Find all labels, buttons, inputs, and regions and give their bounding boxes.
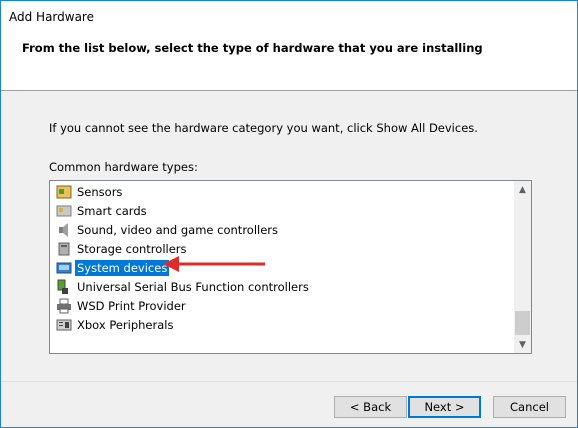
- back-button[interactable]: < Back: [334, 396, 407, 418]
- usb-icon: [56, 279, 72, 295]
- list-item-label: Universal Serial Bus Function controller…: [77, 279, 309, 294]
- list-item-label: Smart cards: [77, 203, 147, 218]
- list-item-label: Xbox Peripherals: [77, 317, 174, 332]
- scroll-thumb[interactable]: [515, 311, 530, 335]
- speaker-icon: [56, 222, 72, 238]
- footer-divider: [1, 381, 577, 382]
- storage-controller-icon: [56, 241, 72, 257]
- wizard-header: From the list below, select the type of …: [1, 32, 577, 91]
- system-devices-icon: [56, 260, 72, 276]
- list-item-xbox[interactable]: Xbox Peripherals: [56, 315, 175, 334]
- list-item-smart-cards[interactable]: Smart cards: [56, 201, 149, 220]
- header-instruction: From the list below, select the type of …: [22, 41, 483, 55]
- scroll-up-icon[interactable]: ▲: [514, 181, 531, 198]
- hardware-types-list[interactable]: Sensors Smart cards Sound, video and gam…: [49, 180, 532, 354]
- title-bar[interactable]: Add Hardware: [1, 1, 577, 32]
- gamepad-icon: [56, 317, 72, 333]
- printer-icon: [56, 298, 72, 314]
- annotation-arrow-icon: [163, 256, 265, 272]
- list-item-label: Sensors: [77, 184, 123, 199]
- next-button[interactable]: Next >: [408, 396, 481, 418]
- cancel-button[interactable]: Cancel: [493, 396, 566, 418]
- add-hardware-window: Add Hardware From the list below, select…: [0, 0, 578, 428]
- smart-card-icon: [56, 203, 72, 219]
- list-item-usb[interactable]: Universal Serial Bus Function controller…: [56, 277, 311, 296]
- list-item-label: System devices: [75, 259, 170, 276]
- hardware-types-label: Common hardware types:: [49, 160, 198, 174]
- list-item-sensors[interactable]: Sensors: [56, 182, 124, 201]
- sensor-icon: [56, 184, 72, 200]
- list-item-label: Sound, video and game controllers: [77, 222, 279, 237]
- list-item-system-devices[interactable]: System devices: [56, 258, 170, 277]
- instruction-text: If you cannot see the hardware category …: [49, 121, 478, 135]
- list-item-sound[interactable]: Sound, video and game controllers: [56, 220, 280, 239]
- list-scrollbar[interactable]: ▲ ▼: [514, 181, 531, 353]
- list-item-wsd-print[interactable]: WSD Print Provider: [56, 296, 188, 315]
- list-item-label: WSD Print Provider: [77, 298, 186, 313]
- scroll-down-icon[interactable]: ▼: [514, 336, 531, 353]
- window-title: Add Hardware: [9, 10, 94, 24]
